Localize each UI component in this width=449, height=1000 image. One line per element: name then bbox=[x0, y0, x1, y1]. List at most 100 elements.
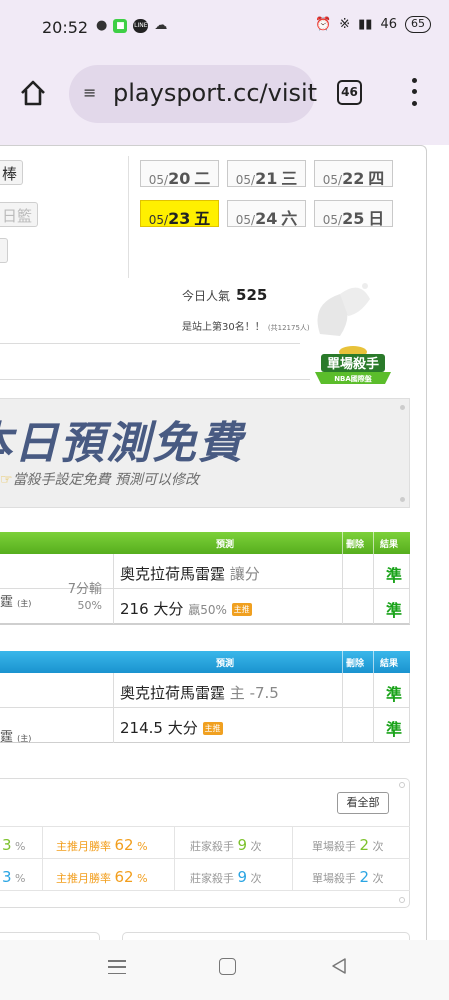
stat-banker-killer: 莊家殺手 9 次 bbox=[190, 868, 262, 886]
prediction-item[interactable]: 奧克拉荷馬雷霆 讓分 bbox=[120, 563, 260, 584]
date-button-0520[interactable]: 05/20 二 bbox=[140, 160, 219, 188]
divider bbox=[292, 827, 293, 859]
sport-tab-baseball[interactable]: 棒 bbox=[0, 160, 24, 185]
divider bbox=[113, 673, 114, 743]
divider bbox=[409, 673, 410, 743]
divider bbox=[174, 827, 175, 859]
date-prefix: 05/ bbox=[148, 213, 169, 227]
stat-unit: % bbox=[137, 840, 148, 853]
sport-tab-jp-basketball[interactable]: 日籃 bbox=[0, 202, 39, 227]
alarm-icon: ⏰ bbox=[315, 17, 332, 32]
main-pick-badge: 主推 bbox=[202, 722, 223, 735]
result-mark: 準 bbox=[386, 601, 403, 620]
prediction-item[interactable]: 216 大分 贏50% 主推 bbox=[120, 598, 252, 619]
stats-box: 看全部 3 % 主推月勝率 62 % 莊家殺手 9 次 單場殺手 2 次 3 %… bbox=[0, 778, 410, 908]
cloud-icon: ☁ bbox=[154, 18, 168, 33]
stat-row: 3 % 主推月勝率 62 % 莊家殺手 9 次 單場殺手 2 次 bbox=[0, 858, 410, 891]
divider bbox=[292, 859, 293, 891]
banner-subtitle: ☞當殺手設定免費 預測可以修改 bbox=[0, 469, 199, 489]
date-prefix: 05/ bbox=[322, 213, 343, 227]
date-button-0525[interactable]: 05/25 日 bbox=[314, 200, 393, 228]
system-nav-bar bbox=[0, 940, 449, 1000]
prediction-main: 奧克拉荷馬雷霆 bbox=[120, 565, 226, 583]
stat-value: 9 bbox=[237, 868, 248, 886]
signal-icon: ▮▮ bbox=[358, 17, 373, 32]
address-bar[interactable]: ≡ playsport.cc/visit bbox=[69, 65, 317, 123]
stat-label: 單場殺手 bbox=[312, 840, 356, 853]
prediction-extra: 讓分 bbox=[229, 565, 260, 583]
location-icon: ● bbox=[96, 18, 108, 33]
stat-banker-killer: 莊家殺手 9 次 bbox=[190, 836, 262, 854]
back-triangle-icon[interactable] bbox=[330, 957, 348, 975]
prediction-item[interactable]: 奧克拉荷馬雷霆 主 -7.5 bbox=[120, 682, 279, 703]
rank-text: 是站上第30名！！ (共12175人) bbox=[182, 318, 310, 333]
network-label: 46 bbox=[380, 17, 397, 32]
stat-unit: % bbox=[15, 872, 26, 885]
view-all-button[interactable]: 看全部 bbox=[337, 792, 389, 814]
prediction-table-header: 預測 刪除 結果 bbox=[0, 651, 410, 673]
stat-value: 62 bbox=[114, 868, 134, 886]
divider bbox=[342, 532, 343, 554]
banner-subtitle-text: 當殺手設定免費 預測可以修改 bbox=[12, 472, 200, 488]
box-corner-dot bbox=[399, 782, 405, 788]
stat-partial: 3 % bbox=[2, 836, 26, 854]
sport-tab-label: 棒 bbox=[2, 165, 18, 183]
header-result: 結果 bbox=[380, 540, 399, 550]
date-day: 25 bbox=[342, 209, 365, 228]
stat-label: 主推月勝率 bbox=[56, 840, 111, 853]
url-text[interactable]: playsport.cc/visit bbox=[113, 79, 317, 107]
single-killer-badge-icon[interactable]: 單場殺手 NBA國際盤 bbox=[313, 344, 393, 390]
home-icon[interactable] bbox=[18, 78, 48, 108]
stat-unit: 次 bbox=[250, 840, 262, 853]
banner-dot bbox=[400, 405, 405, 410]
date-day: 20 bbox=[168, 169, 191, 188]
next-card-right bbox=[122, 932, 410, 940]
sport-tab-other[interactable] bbox=[0, 238, 8, 263]
divider bbox=[373, 651, 374, 673]
divider bbox=[342, 673, 343, 743]
site-settings-icon[interactable]: ≡ bbox=[83, 83, 96, 102]
spread-top: 7分輸 bbox=[67, 582, 102, 597]
divider bbox=[0, 343, 300, 344]
recent-apps-icon[interactable] bbox=[108, 960, 126, 974]
popularity-label: 今日人氣 bbox=[182, 289, 231, 303]
stat-value: 9 bbox=[237, 836, 248, 854]
date-button-0522[interactable]: 05/22 四 bbox=[314, 160, 393, 188]
divider bbox=[0, 379, 310, 380]
stat-value: 2 bbox=[359, 868, 370, 886]
popularity-value: 525 bbox=[236, 286, 268, 304]
home-square-icon[interactable] bbox=[219, 958, 236, 975]
stat-unit: % bbox=[137, 872, 148, 885]
stat-value: 3 bbox=[2, 868, 12, 886]
prediction-item[interactable]: 214.5 大分 主推 bbox=[120, 717, 223, 738]
stat-value: 2 bbox=[359, 836, 370, 854]
date-button-0523[interactable]: 05/23 五 bbox=[140, 200, 219, 228]
header-delete: 刪除 bbox=[346, 540, 365, 550]
team-label: 霆 bbox=[0, 730, 14, 745]
popularity: 今日人氣 525 bbox=[182, 286, 267, 304]
date-weekday: 二 bbox=[194, 169, 211, 188]
header-result: 結果 bbox=[380, 659, 399, 669]
tabs-count-button[interactable]: 46 bbox=[337, 80, 362, 105]
result-mark: 準 bbox=[386, 720, 403, 739]
spread-bottom: 50% bbox=[77, 599, 102, 612]
divider bbox=[409, 554, 410, 624]
spread-info: 7分輸 50% bbox=[60, 582, 102, 614]
team-name: 霆 (主) bbox=[0, 726, 31, 745]
date-button-0521[interactable]: 05/21 三 bbox=[227, 160, 306, 188]
date-prefix: 05/ bbox=[235, 213, 256, 227]
team-label: 霆 bbox=[0, 595, 14, 610]
prediction-extra: 主 -7.5 bbox=[229, 684, 279, 702]
status-left-icons: ● ■ LINE ☁ bbox=[96, 18, 167, 33]
more-vertical-icon[interactable] bbox=[408, 75, 420, 109]
divider bbox=[128, 156, 129, 278]
date-button-0524[interactable]: 05/24 六 bbox=[227, 200, 306, 228]
stat-unit: 次 bbox=[372, 840, 384, 853]
divider bbox=[373, 673, 374, 743]
prediction-main: 216 大分 bbox=[120, 600, 184, 618]
status-right-icons: ⏰ ※ ▮▮ 46 65 bbox=[315, 16, 431, 33]
date-day: 23 bbox=[168, 209, 191, 228]
team-name: 霆 (主) bbox=[0, 591, 31, 610]
prediction-extra: 贏50% bbox=[188, 603, 227, 617]
divider bbox=[0, 624, 410, 625]
